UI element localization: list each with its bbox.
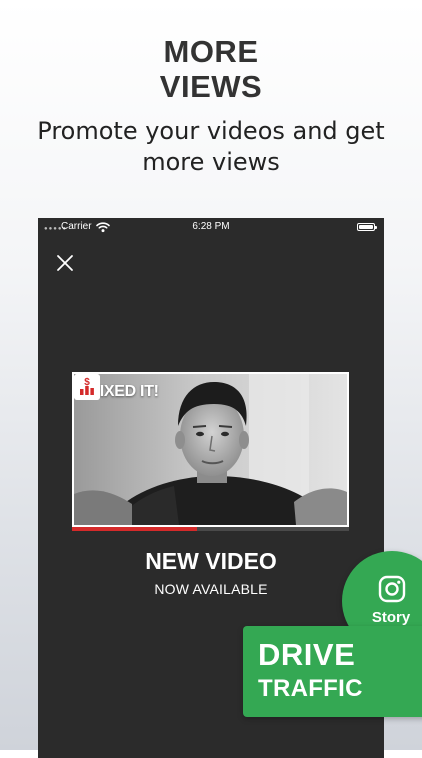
headline-line-2: VIEWS	[159, 69, 263, 104]
story-subtitle: NOW AVAILABLE	[154, 581, 268, 597]
subheadline-line-2: more views	[142, 148, 280, 176]
battery-icon	[357, 223, 377, 231]
video-thumbnail[interactable]: I FIXED IT! $	[72, 372, 349, 527]
status-time: 6:28 PM	[192, 221, 230, 232]
status-bar: ●●●●● Carrier 6:28 PM	[38, 218, 384, 236]
video-progress-bar	[72, 527, 349, 531]
video-progress-fill	[72, 527, 197, 531]
close-icon[interactable]	[55, 253, 75, 273]
subheadline-line-1: Promote your videos and get	[37, 117, 385, 145]
story-button-label: Story	[371, 609, 411, 626]
headline-line-1: MORE	[163, 34, 259, 69]
story-title: NEW VIDEO	[145, 548, 277, 574]
instagram-icon	[378, 575, 406, 603]
cta-line-1: DRIVE	[258, 637, 356, 672]
app-logo-icon: $	[74, 374, 100, 400]
cta-line-2: TRAFFIC	[258, 675, 363, 702]
drive-traffic-cta[interactable]: DRIVE TRAFFIC	[243, 626, 422, 717]
